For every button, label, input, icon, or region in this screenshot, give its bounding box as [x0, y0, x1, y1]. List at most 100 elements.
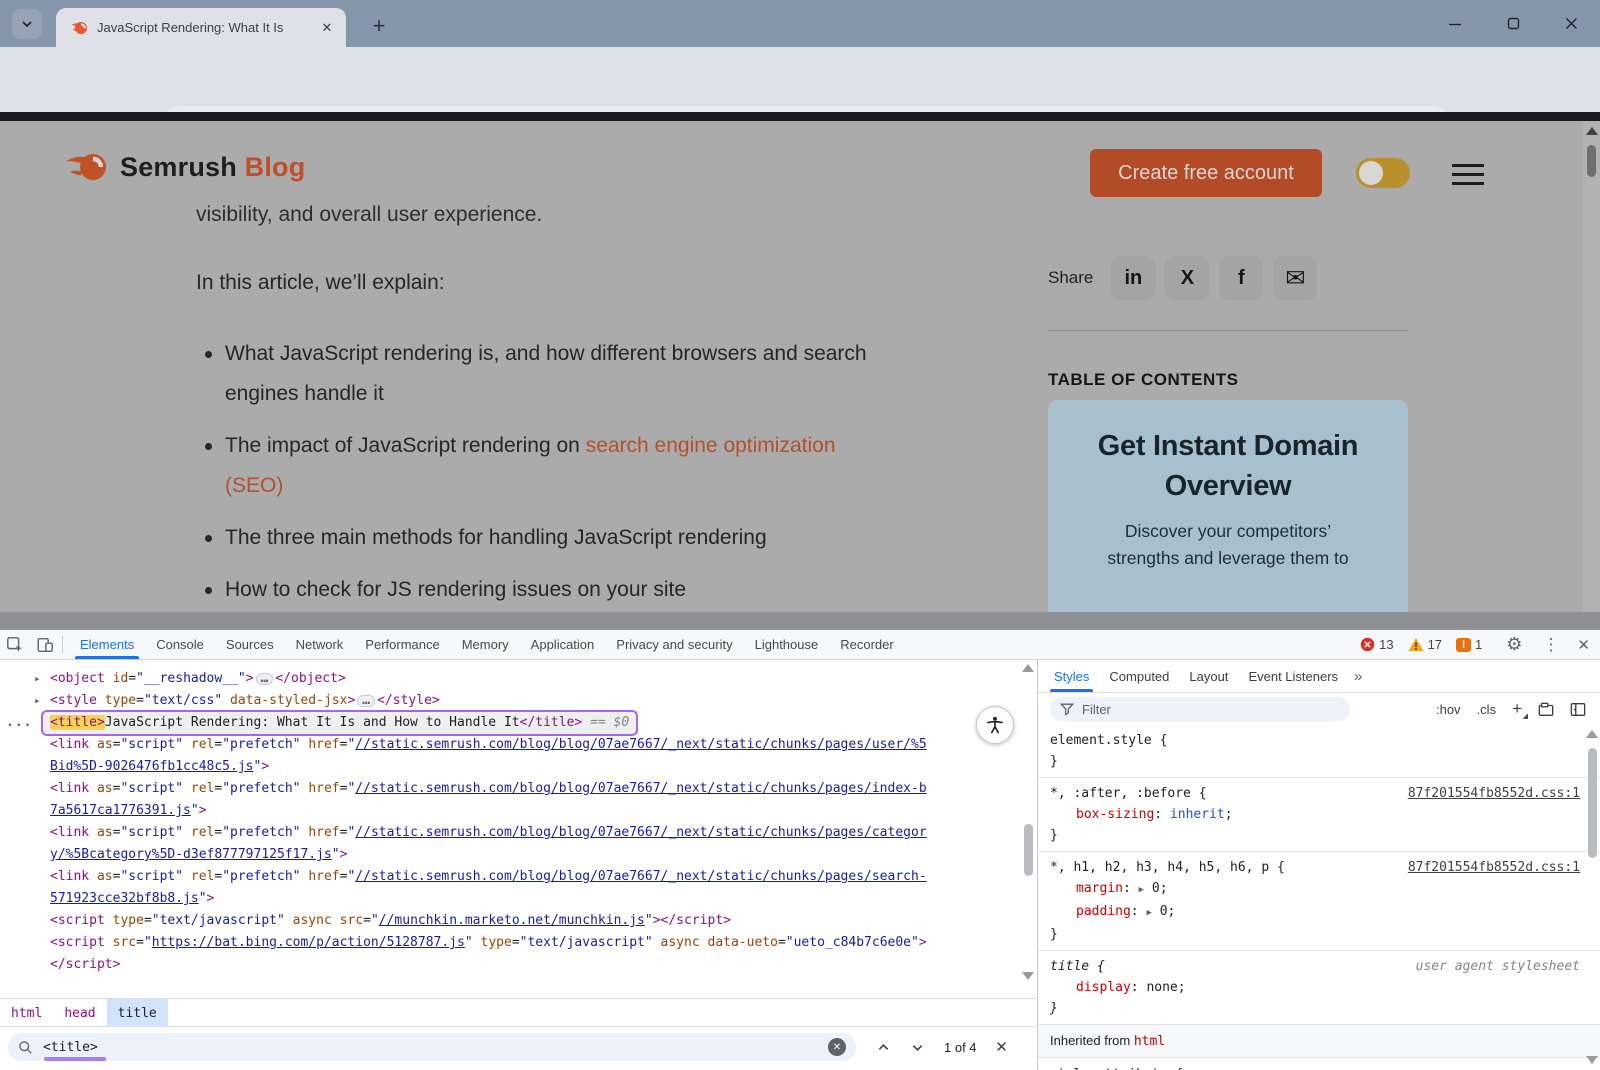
elements-scrollbar[interactable] — [1020, 660, 1037, 998]
styles-tab-event-listeners[interactable]: Event Listeners — [1238, 660, 1348, 692]
search-input[interactable]: <title> ✕ — [8, 1033, 856, 1061]
code-token[interactable]: //static.semrush.com/blog/blog/07ae7667/… — [355, 737, 926, 752]
styles-filter-input[interactable]: Filter — [1050, 697, 1350, 721]
devtools-settings-button[interactable]: ⚙ — [1506, 634, 1522, 655]
semrush-blog-logo[interactable]: Semrush Blog — [64, 148, 305, 186]
devtools-tab-lighthouse[interactable]: Lighthouse — [744, 630, 830, 659]
code-token[interactable]: y/%5Bcategory%5D-d3ef877797125f17.js — [50, 847, 332, 862]
collapsed-content-icon[interactable]: … — [256, 673, 274, 685]
devtools-tab-console[interactable]: Console — [145, 630, 215, 659]
issues-badge[interactable]: ! 1 — [1456, 637, 1482, 652]
css-rule-partial[interactable]: style attribute { — [1038, 1058, 1600, 1070]
expand-value-icon[interactable]: ▶ — [1146, 908, 1151, 918]
scroll-up-arrow[interactable] — [1022, 664, 1034, 672]
stylesheet-source-link[interactable]: 87f201554fb8552d.css:1 — [1408, 783, 1580, 804]
breadcrumb-head[interactable]: head — [53, 999, 106, 1027]
devtools-tab-application[interactable]: Application — [520, 630, 606, 659]
search-next-button[interactable] — [900, 1034, 934, 1060]
css-property[interactable]: display: none; — [1050, 977, 1570, 998]
page-scrollbar[interactable] — [1583, 121, 1600, 630]
linkedin-share-button[interactable]: in — [1111, 256, 1155, 300]
rendering-emulation-icon[interactable] — [1538, 702, 1554, 717]
devtools-tab-recorder[interactable]: Recorder — [829, 630, 904, 659]
new-style-rule-button[interactable]: +◢ — [1512, 699, 1522, 719]
new-tab-button[interactable]: + — [366, 13, 392, 39]
scroll-down-arrow[interactable] — [1022, 972, 1034, 980]
styles-scrollbar[interactable] — [1584, 722, 1600, 1070]
code-token[interactable]: https://bat.bing.com/p/action/5128787.js — [152, 935, 465, 950]
code-token[interactable]: Bid%5D-9026476fb1cc48c5.js — [50, 759, 254, 774]
code-row[interactable]: y/%5Bcategory%5D-d3ef877797125f17.js"> — [0, 844, 1018, 866]
toggle-hover-state-button[interactable]: :hov — [1436, 702, 1461, 717]
domain-overview-card[interactable]: Get Instant Domain Overview Discover you… — [1048, 400, 1408, 630]
code-token[interactable]: //static.semrush.com/blog/blog/07ae7667/… — [355, 825, 926, 840]
search-query[interactable]: <title> — [43, 1040, 828, 1055]
selected-node-box[interactable]: <title>JavaScript Rendering: What It Is … — [43, 712, 636, 734]
styles-tab-computed[interactable]: Computed — [1099, 660, 1179, 692]
breadcrumb-title[interactable]: title — [107, 999, 168, 1027]
styles-tab-styles[interactable]: Styles — [1044, 660, 1099, 692]
minimize-button[interactable] — [1426, 0, 1484, 47]
search-clear-button[interactable]: ✕ — [828, 1038, 846, 1056]
code-token[interactable]: //static.semrush.com/blog/blog/07ae7667/… — [355, 781, 926, 796]
devtools-tab-network[interactable]: Network — [285, 630, 355, 659]
css-property[interactable]: box-sizing: inherit; — [1050, 804, 1570, 825]
seo-article-link[interactable]: search engine optimization (SEO) — [225, 434, 836, 497]
warning-badge[interactable]: 17 — [1408, 637, 1442, 652]
styles-tab-layout[interactable]: Layout — [1179, 660, 1238, 692]
expand-arrow-icon[interactable]: ▸ — [34, 668, 41, 690]
error-badge[interactable]: 13 — [1360, 637, 1393, 652]
devtools-tab-performance[interactable]: Performance — [354, 630, 450, 659]
code-row[interactable]: ▸<style type="text/css" data-styled-jsx>… — [0, 690, 1018, 712]
devtools-close-button[interactable]: ✕ — [1577, 636, 1590, 654]
code-row[interactable]: Bid%5D-9026476fb1cc48c5.js"> — [0, 756, 1018, 778]
code-token[interactable]: //static.semrush.com/blog/blog/07ae7667/… — [355, 869, 926, 884]
collapsed-content-icon[interactable]: … — [357, 695, 375, 707]
scroll-down-arrow[interactable] — [1586, 1056, 1598, 1064]
code-row[interactable]: 7a5617ca1776391.js"> — [0, 800, 1018, 822]
devtools-tab-elements[interactable]: Elements — [69, 630, 145, 659]
facebook-share-button[interactable]: f — [1219, 256, 1263, 300]
devtools-tab-privacy-and-security[interactable]: Privacy and security — [605, 630, 743, 659]
more-tabs-button[interactable]: » — [1348, 660, 1368, 692]
devtools-tab-sources[interactable]: Sources — [215, 630, 285, 659]
search-close-button[interactable]: ✕ — [987, 1034, 1017, 1060]
close-window-button[interactable] — [1542, 0, 1600, 47]
code-token[interactable]: 571923cce32bf8b8.js — [50, 891, 199, 906]
x-share-button[interactable]: X — [1165, 256, 1209, 300]
css-selector[interactable]: element.style { — [1050, 730, 1570, 751]
code-row[interactable]: ▸<object id="__reshadow__">…</object> — [0, 668, 1018, 690]
search-previous-button[interactable] — [866, 1034, 900, 1060]
devtools-menu-button[interactable]: ⋮ — [1542, 635, 1559, 655]
code-row[interactable]: </script> — [0, 954, 1018, 976]
scroll-thumb[interactable] — [1024, 824, 1033, 876]
code-row[interactable]: ...<title>JavaScript Rendering: What It … — [0, 712, 1018, 734]
expand-value-icon[interactable]: ▶ — [1139, 885, 1144, 895]
toggle-sidebar-icon[interactable] — [1570, 702, 1586, 717]
stylesheet-source-link[interactable]: 87f201554fb8552d.css:1 — [1408, 857, 1580, 878]
code-row[interactable]: <link as="script" rel="prefetch" href="/… — [0, 778, 1018, 800]
devtools-tab-memory[interactable]: Memory — [451, 630, 520, 659]
maximize-button[interactable] — [1484, 0, 1542, 47]
device-toolbar-button[interactable] — [30, 631, 60, 659]
code-row[interactable]: <link as="script" rel="prefetch" href="/… — [0, 734, 1018, 756]
email-share-button[interactable]: ✉ — [1273, 256, 1317, 300]
breadcrumb-html[interactable]: html — [0, 999, 53, 1027]
menu-hamburger-button[interactable] — [1452, 164, 1484, 191]
code-token[interactable]: //munchkin.marketo.net/munchkin.js — [379, 913, 645, 928]
code-row[interactable]: <link as="script" rel="prefetch" href="/… — [0, 866, 1018, 888]
theme-toggle[interactable] — [1356, 158, 1410, 188]
css-property[interactable]: margin: ▶ 0; — [1050, 878, 1570, 901]
inspect-element-button[interactable] — [0, 631, 30, 659]
code-row[interactable]: <script type="text/javascript" async src… — [0, 910, 1018, 932]
scroll-up-arrow[interactable] — [1586, 127, 1598, 135]
accessibility-overlay-button[interactable] — [976, 706, 1014, 744]
css-property[interactable]: padding: ▶ 0; — [1050, 901, 1570, 924]
expand-arrow-icon[interactable]: ▸ — [34, 690, 41, 712]
scroll-up-arrow[interactable] — [1586, 730, 1598, 738]
scroll-thumb[interactable] — [1588, 748, 1597, 858]
tab-close-button[interactable]: ✕ — [318, 19, 336, 37]
create-free-account-button[interactable]: Create free account — [1090, 149, 1322, 197]
inherited-node-link[interactable]: html — [1134, 1034, 1165, 1049]
toggle-class-button[interactable]: .cls — [1477, 702, 1497, 717]
